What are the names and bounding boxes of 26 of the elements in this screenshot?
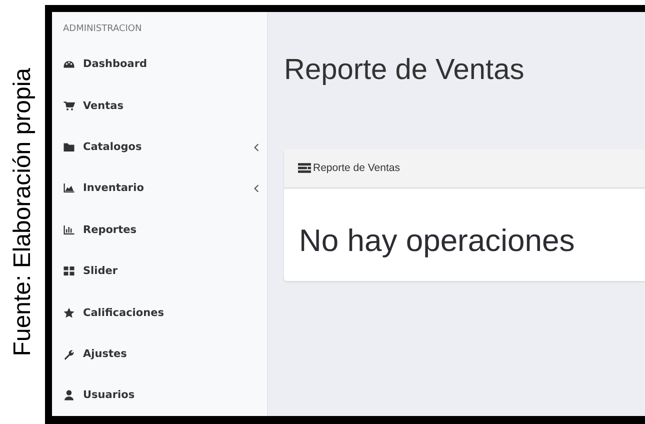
gauge-icon (63, 58, 75, 70)
sidebar-item[interactable]: Calificaciones (63, 292, 267, 334)
sidebar-item[interactable]: Catalogos (63, 126, 267, 168)
chevron-icon (254, 142, 259, 152)
sidebar-item[interactable]: Reportes (63, 209, 267, 250)
cart-icon (63, 100, 75, 112)
sidebar-item[interactable]: Ajustes (63, 333, 267, 375)
folder-icon (63, 141, 75, 154)
sidebar-item[interactable]: Slider (63, 250, 267, 292)
bar-chart-icon (63, 224, 75, 236)
area-chart-icon (63, 182, 75, 194)
page-title: Reporte de Ventas (284, 54, 526, 87)
sidebar-item[interactable]: Inventario (63, 168, 267, 210)
grid-icon (63, 265, 75, 278)
sidebar-item[interactable]: Dashboard (63, 44, 267, 86)
chevron-icon (254, 184, 259, 193)
sidebar-item[interactable]: Usuarios (63, 374, 267, 416)
empty-message: No hay operaciones (299, 223, 575, 258)
card-title: Reporte de Ventas (313, 162, 400, 174)
wrench-icon (63, 348, 75, 360)
list-icon (298, 163, 311, 173)
star-icon (63, 306, 75, 319)
figure-caption: Fuente: Elaboración propia (8, 68, 36, 356)
user-icon (63, 389, 75, 402)
section-header: ADMINISTRACION (63, 24, 143, 36)
sidebar-item[interactable]: Ventas (63, 85, 267, 126)
